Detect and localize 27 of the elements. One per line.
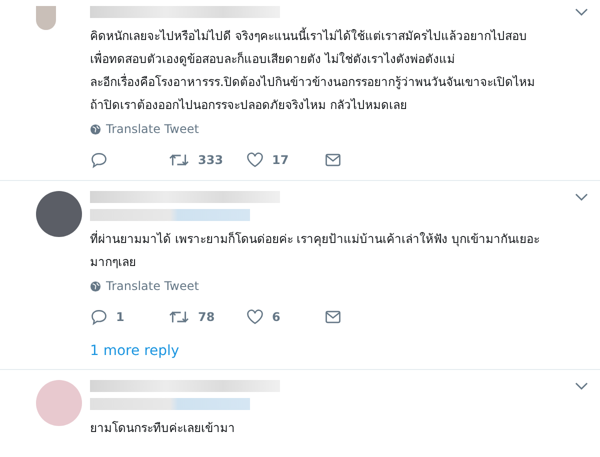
caret-icon[interactable] [575,193,588,201]
globe-icon [90,124,101,134]
caret-icon[interactable] [575,382,588,390]
heart-icon[interactable] [246,151,264,169]
reply-icon[interactable] [90,308,108,326]
tweet-text: มากๆเลย [90,254,137,271]
like-count: 17 [272,153,289,167]
tweet-text: ละอีกเรื่องคือโรงอาหารรร.ปิดต้องไปกินข้าวข้างนอกรรอยากรู้ว่าพนวันจันเขาจะเปิดไหม [90,72,536,92]
like-count: 6 [272,310,280,324]
reply-icon[interactable] [90,151,108,169]
translate-link[interactable]: Translate Tweet [90,279,199,293]
tweet-text: ที่ผ่านยามมาได้ เพราะยามก็โดนด่อยค่ะ เราคุยป้าแม่บ้านเค้าเล่าให้ฟัง บุกเข้ามากันเยอะ [90,230,540,248]
retweet-count: 78 [198,310,215,324]
tweet-text: ถ้าปิดเราต้องออกไปนอกรรจะปลอดภัยจริงไหม กลัวไปหมดเลย [90,97,408,114]
more-replies-link[interactable]: 1 more reply [90,343,180,359]
mail-icon[interactable] [324,308,342,326]
reply-count: 1 [116,310,124,324]
tweet-text: ยามโดนกระทืบค่ะเลยเข้ามา [90,420,236,437]
retweet-count: 333 [198,153,224,167]
translate-link[interactable]: Translate Tweet [90,122,199,136]
tweet-text: เพื่อทดสอบตัวเองดูข้อสอบละก็แอบเสียดายตัง ไม่ใช่ตังเราไงตังพ่อตังแม่ [90,50,456,68]
avatar[interactable] [36,191,82,237]
globe-icon [90,280,101,292]
caret-icon[interactable] [575,8,588,16]
tweet-text: คิดหนักเลยจะไปหรือไม่ไปดี จริงๆคะแนนนี้เราไม่ได้ใช้แต่เราสมัครไปแล้วอยากไปสอบ [90,26,528,45]
mail-icon[interactable] [324,151,342,169]
heart-icon[interactable] [246,308,264,326]
